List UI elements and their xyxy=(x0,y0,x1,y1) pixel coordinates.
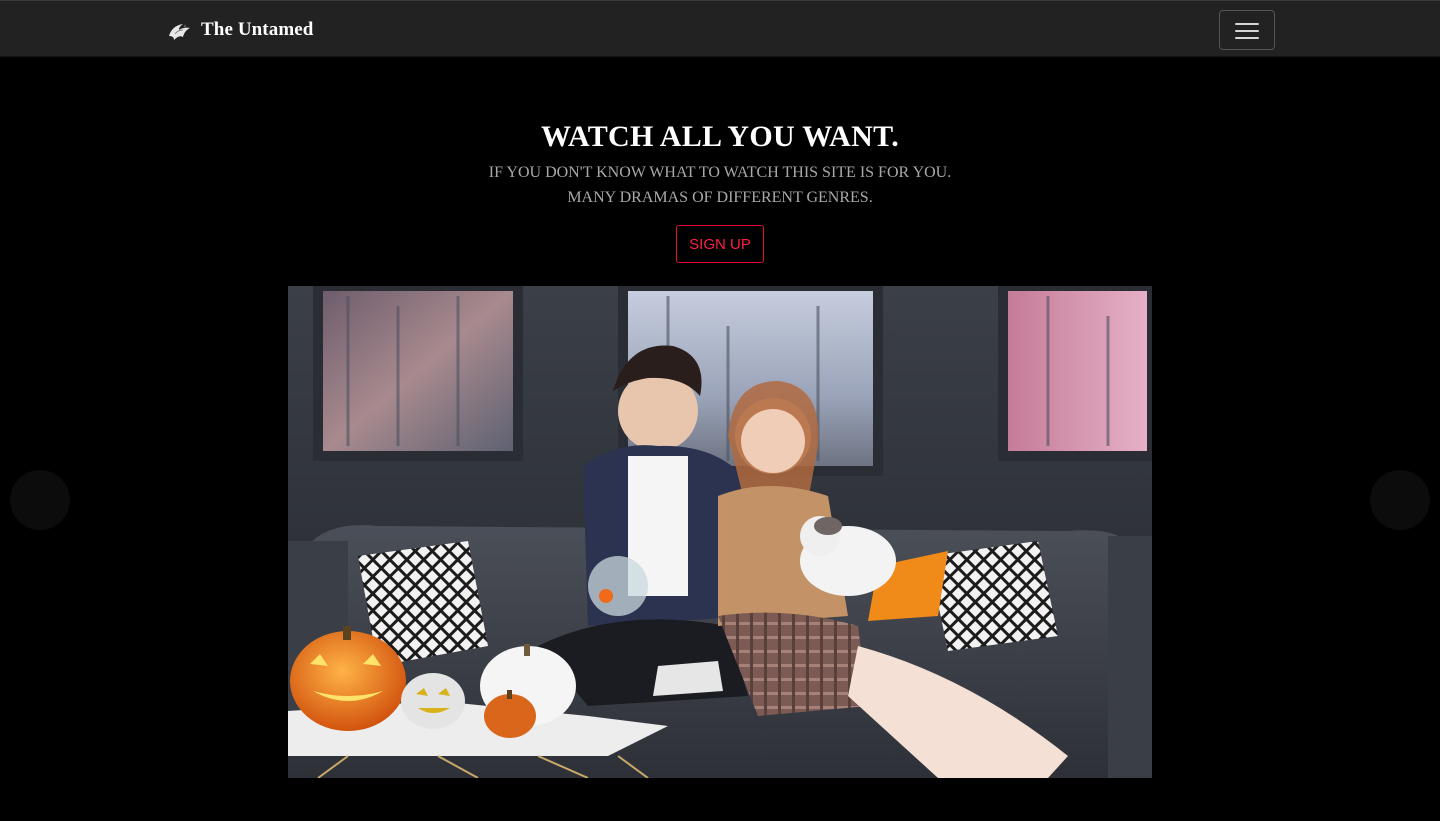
hamburger-menu-icon-bar xyxy=(1235,30,1259,32)
hero-title: WATCH ALL YOU WANT. xyxy=(541,120,899,153)
brand-link[interactable]: The Untamed xyxy=(165,15,313,45)
carousel-slide-image xyxy=(288,286,1152,778)
drama-poster-image xyxy=(288,286,1152,778)
hero-subtitle-line2: MANY DRAMAS OF DIFFERENT GENRES. xyxy=(567,189,873,206)
hamburger-menu-icon xyxy=(1235,23,1259,25)
dragon-logo-icon xyxy=(169,24,190,40)
hero-subtitle-line1: IF YOU DON'T KNOW WHAT TO WATCH THIS SIT… xyxy=(488,164,952,181)
brand-name: The Untamed xyxy=(201,19,314,40)
carousel-prev-button[interactable] xyxy=(10,470,70,530)
top-navbar: The Untamed xyxy=(0,0,1440,57)
navbar-toggle-button[interactable] xyxy=(1219,10,1275,50)
signup-button[interactable]: SIGN UP xyxy=(676,225,764,263)
hamburger-menu-icon-bar xyxy=(1235,37,1259,39)
carousel-next-button[interactable] xyxy=(1370,470,1430,530)
